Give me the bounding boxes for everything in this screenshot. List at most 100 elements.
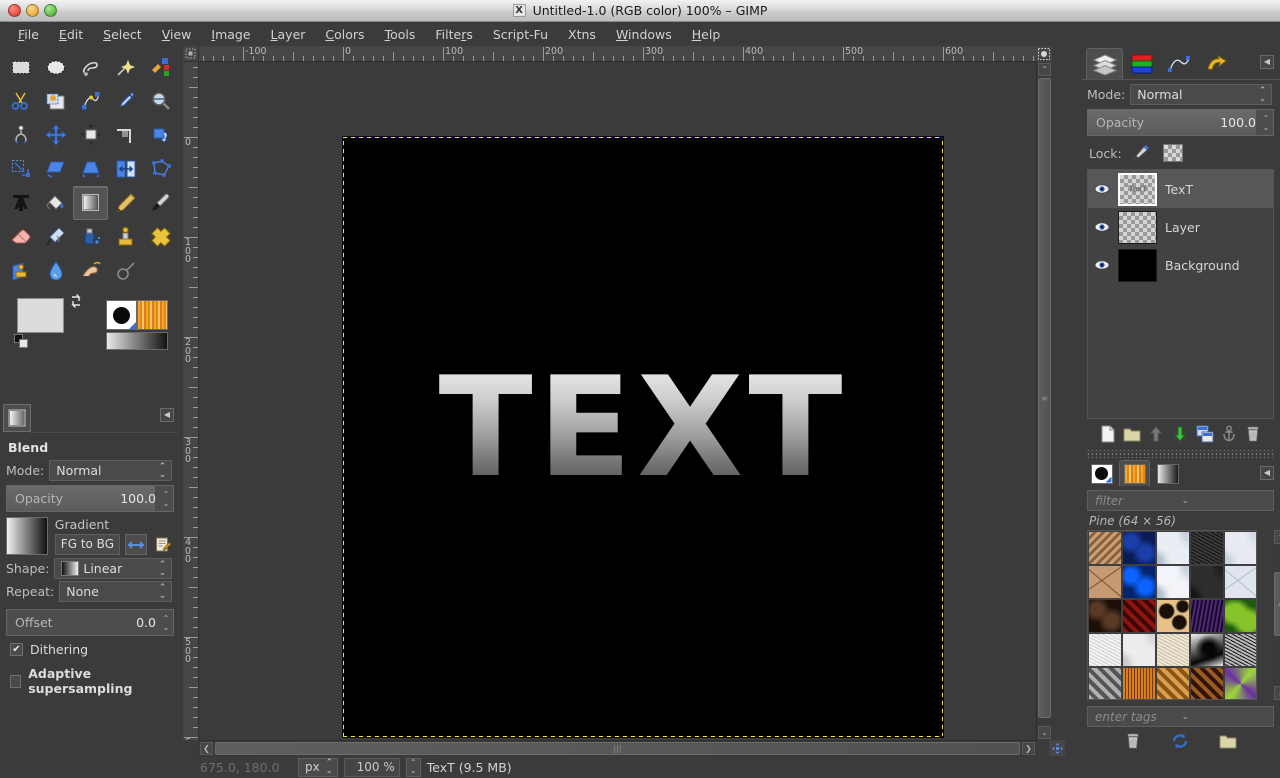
- blend-shape-select[interactable]: Linear ⌃ ⌄: [54, 558, 172, 579]
- minimize-window-button[interactable]: [26, 4, 39, 17]
- alignment-icon[interactable]: [73, 118, 108, 152]
- fuzzy-select-icon[interactable]: [108, 50, 143, 84]
- foreground-color-swatch[interactable]: [17, 298, 64, 333]
- vertical-ruler[interactable]: 0100200300400500600: [183, 62, 199, 740]
- text-icon[interactable]: A: [3, 186, 38, 220]
- layer-row[interactable]: TexT TexT: [1088, 170, 1273, 208]
- gradient-preview[interactable]: [6, 517, 48, 555]
- blend-opacity-spinner[interactable]: ⌃ ⌄: [161, 490, 173, 508]
- pattern-cell[interactable]: [1122, 599, 1156, 633]
- horizontal-scroll-thumb[interactable]: |||: [215, 742, 1020, 755]
- layer-row[interactable]: Layer: [1088, 208, 1273, 246]
- menu-tools[interactable]: Tools: [375, 24, 426, 45]
- pattern-scroll-down-button[interactable]: ⌄: [1274, 686, 1280, 700]
- dock-resize-handle[interactable]: [1087, 450, 1274, 458]
- blur-sharpen-icon[interactable]: [38, 254, 73, 288]
- pattern-cell[interactable]: [1190, 633, 1224, 667]
- dithering-row[interactable]: ✔ Dithering: [0, 639, 180, 658]
- scissors-select-icon[interactable]: [3, 84, 38, 118]
- ruler-corner-button[interactable]: [183, 46, 199, 62]
- blend-repeat-select[interactable]: None ⌃ ⌄: [59, 581, 172, 602]
- pattern-cell[interactable]: [1224, 565, 1256, 599]
- menu-script-fu[interactable]: Script-Fu: [483, 24, 558, 45]
- unit-select[interactable]: px ⌃ ⌄: [298, 757, 338, 777]
- pattern-cell[interactable]: [1156, 531, 1190, 565]
- paintbrush-icon[interactable]: [143, 186, 178, 220]
- pattern-cell[interactable]: [1190, 599, 1224, 633]
- shear-icon[interactable]: [38, 152, 73, 186]
- vertical-scroll-thumb[interactable]: ≡: [1038, 78, 1051, 718]
- pattern-scrollbar[interactable]: ⌃ ≡ ⌄: [1274, 530, 1280, 700]
- brush-indicator-icon[interactable]: [106, 300, 137, 330]
- pattern-cell[interactable]: [1224, 633, 1256, 667]
- layer-visibility-icon[interactable]: [1094, 220, 1110, 234]
- menu-file[interactable]: File: [8, 24, 49, 45]
- blend-offset-slider[interactable]: Offset 0.0 ⌃ ⌄: [6, 609, 174, 636]
- layer-opacity-slider[interactable]: Opacity 100.0 ⌃ ⌄: [1087, 109, 1274, 136]
- delete-layer-button[interactable]: [1244, 425, 1262, 446]
- pattern-cell[interactable]: [1122, 633, 1156, 667]
- lock-alpha-icon[interactable]: [1162, 143, 1184, 163]
- pattern-cell[interactable]: [1088, 599, 1122, 633]
- maximize-window-button[interactable]: [44, 4, 57, 17]
- pattern-scroll-up-button[interactable]: ⌃: [1274, 530, 1280, 544]
- foreground-select-icon[interactable]: [38, 84, 73, 118]
- new-layer-group-button[interactable]: [1123, 425, 1141, 446]
- swap-colors-icon[interactable]: [69, 294, 85, 308]
- rotate-icon[interactable]: [143, 118, 178, 152]
- adaptive-supersampling-checkbox[interactable]: [10, 674, 22, 688]
- smudge-icon[interactable]: [73, 254, 108, 288]
- pattern-grid[interactable]: [1087, 530, 1257, 700]
- flip-icon[interactable]: [108, 152, 143, 186]
- menu-xtns[interactable]: Xtns: [558, 24, 606, 45]
- blend-offset-spinner[interactable]: ⌃ ⌄: [161, 614, 173, 632]
- menu-layer[interactable]: Layer: [261, 24, 316, 45]
- zoom-input[interactable]: 100 %: [343, 757, 400, 777]
- pattern-cell[interactable]: [1224, 667, 1256, 699]
- reset-colors-icon[interactable]: [14, 334, 29, 349]
- bucket-fill-icon[interactable]: [38, 186, 73, 220]
- pattern-filter-input[interactable]: filter ⌄: [1087, 490, 1274, 511]
- menu-edit[interactable]: Edit: [49, 24, 93, 45]
- layer-mode-select[interactable]: Normal ⌃ ⌄: [1130, 84, 1272, 105]
- menu-colors[interactable]: Colors: [315, 24, 374, 45]
- layer-list[interactable]: TexT TexT Layer Background: [1087, 169, 1274, 419]
- perspective-clone-icon[interactable]: [3, 254, 38, 288]
- dodge-burn-icon[interactable]: [108, 254, 143, 288]
- heal-icon[interactable]: [143, 220, 178, 254]
- pattern-cell[interactable]: [1088, 531, 1122, 565]
- pattern-cell[interactable]: [1190, 565, 1224, 599]
- pattern-cell[interactable]: [1088, 565, 1122, 599]
- anchor-layer-button[interactable]: [1220, 425, 1238, 446]
- edit-gradient-icon[interactable]: [152, 534, 174, 555]
- chevron-down-icon[interactable]: ⌄: [1182, 496, 1269, 506]
- cage-transform-icon[interactable]: [143, 152, 178, 186]
- canvas-area[interactable]: TEXT: [199, 62, 1036, 740]
- scroll-left-button[interactable]: ❮: [200, 742, 213, 755]
- clone-icon[interactable]: [108, 220, 143, 254]
- airbrush-icon[interactable]: [38, 220, 73, 254]
- close-window-button[interactable]: [8, 4, 21, 17]
- blend-icon[interactable]: [73, 186, 108, 220]
- patterns-tab[interactable]: [1119, 460, 1150, 486]
- dock-menu-arrow[interactable]: ◀: [1260, 55, 1274, 69]
- zoom-icon[interactable]: [143, 84, 178, 118]
- pattern-cell[interactable]: [1224, 531, 1256, 565]
- menu-windows[interactable]: Windows: [606, 24, 682, 45]
- pattern-cell[interactable]: [1156, 633, 1190, 667]
- blend-opacity-slider[interactable]: Opacity 100.0 ⌃ ⌄: [6, 485, 174, 512]
- layer-visibility-icon[interactable]: [1094, 182, 1110, 196]
- delete-pattern-button[interactable]: [1124, 732, 1142, 753]
- canvas-horizontal-scrollbar[interactable]: ❮ ||| ❯: [199, 740, 1036, 756]
- perspective-icon[interactable]: [73, 152, 108, 186]
- duplicate-layer-button[interactable]: [1196, 425, 1214, 446]
- patterns-dock-menu-arrow[interactable]: ◀: [1260, 466, 1274, 480]
- blend-mode-select[interactable]: Normal ⌃ ⌄: [49, 460, 172, 481]
- pattern-cell[interactable]: [1190, 667, 1224, 699]
- lower-layer-button[interactable]: [1171, 425, 1189, 446]
- layer-visibility-icon[interactable]: [1094, 258, 1110, 272]
- chevron-down-icon[interactable]: ⌄: [1182, 712, 1269, 722]
- scroll-down-button[interactable]: ⌄: [1038, 726, 1051, 739]
- gradient-indicator-icon[interactable]: [106, 332, 168, 350]
- navigate-canvas-icon[interactable]: [1049, 740, 1065, 756]
